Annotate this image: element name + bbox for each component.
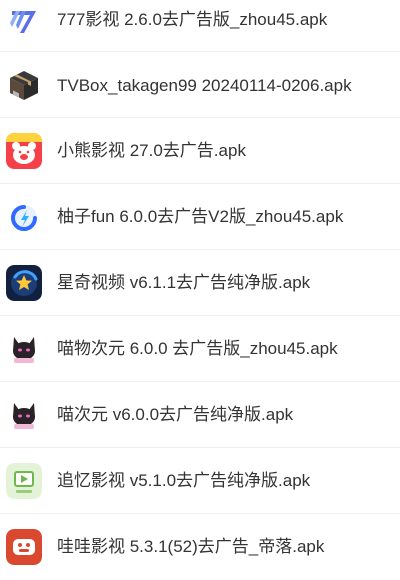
file-item-cat-1[interactable]: 喵物次元 6.0.0 去广告版_zhou45.apk (0, 316, 400, 382)
grapefruit-app-icon (6, 199, 42, 235)
file-name: 星奇视频 v6.1.1去广告纯净版.apk (57, 273, 311, 292)
file-name: 喵物次元 6.0.0 去广告版_zhou45.apk (57, 339, 338, 358)
file-name: 柚子fun 6.0.0去广告V2版_zhou45.apk (57, 207, 344, 226)
file-item-777[interactable]: 777影视 2.6.0去广告版_zhou45.apk (0, 0, 400, 52)
file-item-wawa[interactable]: 哇哇影视 5.3.1(52)去广告_帝落.apk (0, 514, 400, 580)
file-name: 哇哇影视 5.3.1(52)去广告_帝落.apk (57, 537, 325, 556)
file-name: TVBox_takagen99 20240114-0206.apk (57, 76, 352, 95)
file-name: 喵次元 v6.0.0去广告纯净版.apk (57, 405, 294, 424)
cat-app-icon (6, 397, 42, 433)
file-item-bear[interactable]: 小熊影视 27.0去广告.apk (0, 118, 400, 184)
cat-app-icon (6, 331, 42, 367)
file-name: 追忆影视 v5.1.0去广告纯净版.apk (57, 471, 311, 490)
file-name: 777影视 2.6.0去广告版_zhou45.apk (57, 10, 328, 29)
file-item-tv[interactable]: 追忆影视 v5.1.0去广告纯净版.apk (0, 448, 400, 514)
777-app-icon (6, 3, 42, 39)
box-app-icon (6, 67, 42, 103)
tv-app-icon (6, 463, 42, 499)
star-app-icon (6, 265, 42, 301)
file-item-grapefruit[interactable]: 柚子fun 6.0.0去广告V2版_zhou45.apk (0, 184, 400, 250)
file-item-star[interactable]: 星奇视频 v6.1.1去广告纯净版.apk (0, 250, 400, 316)
file-item-cat-2[interactable]: 喵次元 v6.0.0去广告纯净版.apk (0, 382, 400, 448)
file-item-tvbox[interactable]: TVBox_takagen99 20240114-0206.apk (0, 52, 400, 118)
file-list: 777影视 2.6.0去广告版_zhou45.apk TVBox_takagen… (0, 0, 400, 567)
bear-app-icon (6, 133, 42, 169)
file-name: 小熊影视 27.0去广告.apk (57, 141, 246, 160)
wawa-app-icon (6, 529, 42, 565)
